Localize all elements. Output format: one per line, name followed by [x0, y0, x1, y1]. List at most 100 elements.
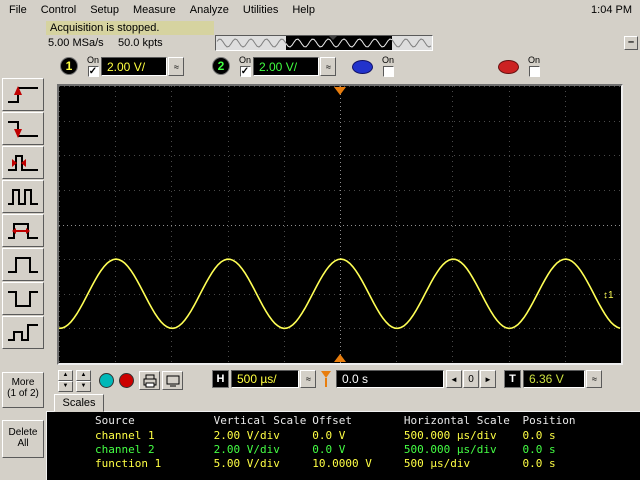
- menu-control[interactable]: Control: [34, 1, 83, 19]
- menu-setup[interactable]: Setup: [83, 1, 126, 19]
- channel2-on-label: On: [238, 55, 251, 65]
- channel3-on-control[interactable]: On: [378, 55, 398, 77]
- trigger-glitch-icon: [8, 154, 38, 171]
- header-offset: Offset: [312, 414, 352, 427]
- more-button[interactable]: More (1 of 2): [2, 372, 44, 408]
- screen-icon: [166, 375, 179, 386]
- stop-button[interactable]: [119, 373, 134, 388]
- adjust-spinner-2[interactable]: ▲ ▼: [76, 370, 91, 392]
- adjust-spinner-1[interactable]: ▲ ▼: [58, 370, 73, 392]
- left-arrow-icon: ◄: [450, 374, 458, 384]
- header-horizontal-scale: Horizontal Scale: [403, 414, 510, 427]
- spinner-up-icon[interactable]: ▲: [58, 370, 73, 381]
- channel2-on-checkbox[interactable]: ✓: [239, 66, 251, 77]
- function1-ground-marker-icon[interactable]: ↕1: [603, 290, 614, 301]
- delete-all-button-label: Delete: [8, 427, 38, 438]
- channel2-on-control[interactable]: On ✓: [235, 55, 255, 77]
- channel3-badge[interactable]: [352, 60, 373, 74]
- check-icon: ✓: [88, 66, 98, 77]
- run-button[interactable]: [99, 373, 114, 388]
- graticule-grid: [59, 86, 622, 364]
- clock: 1:04 PM: [591, 4, 632, 16]
- header-position: Position: [522, 414, 576, 427]
- trigger-level-spin-button[interactable]: ≈: [586, 370, 602, 388]
- trigger-pattern-button[interactable]: [2, 180, 44, 213]
- channel1-on-label: On: [86, 55, 99, 65]
- center-zero-button[interactable]: 0: [463, 370, 479, 388]
- trigger-position-marker-icon: [321, 371, 331, 387]
- cell-offset: 10.0000 V: [312, 457, 372, 470]
- trigger-runt-button[interactable]: [2, 316, 44, 349]
- sine-waveform-trace: [58, 258, 621, 330]
- oscilloscope-app-window: { "window": { "clock": "1:04 PM" }, "men…: [0, 0, 640, 480]
- trigger-edge-falling-button[interactable]: [2, 112, 44, 145]
- menu-bar: File Control Setup Measure Analyze Utili…: [0, 0, 640, 20]
- minimize-panel-button[interactable]: –: [624, 36, 638, 50]
- pan-left-button[interactable]: ◄: [446, 370, 462, 388]
- trigger-pulse-positive-icon: [8, 256, 38, 273]
- acquisition-preview-strip[interactable]: [215, 35, 433, 51]
- screen-copy-button[interactable]: [162, 371, 183, 390]
- horizontal-scale-box[interactable]: 500 µs/: [231, 370, 299, 388]
- channel4-badge[interactable]: [498, 60, 519, 74]
- scales-row-function1[interactable]: function 1 5.00 V/div 10.0000 V 500 µs/d…: [47, 457, 640, 470]
- waveform-display[interactable]: ↕1: [57, 84, 623, 365]
- cell-source: function 1: [95, 457, 162, 470]
- menu-help[interactable]: Help: [285, 1, 322, 19]
- cell-horizontal-scale: 500.000 µs/div: [403, 429, 497, 442]
- cell-horizontal-scale: 500.000 µs/div: [403, 443, 497, 456]
- spinner-down-icon[interactable]: ▼: [76, 381, 91, 392]
- horizontal-badge: H: [212, 370, 229, 388]
- channel2-badge[interactable]: 2: [212, 57, 230, 75]
- trigger-edge-rising-icon: [8, 85, 38, 103]
- channel4-on-checkbox[interactable]: [528, 66, 540, 77]
- cell-vertical-scale: 2.00 V/div: [213, 429, 280, 442]
- channel1-on-checkbox[interactable]: ✓: [87, 66, 99, 77]
- menu-analyze[interactable]: Analyze: [183, 1, 236, 19]
- tab-scales[interactable]: Scales: [54, 394, 104, 412]
- channel1-on-control[interactable]: On ✓: [83, 55, 103, 77]
- spinner-down-icon[interactable]: ▼: [58, 381, 73, 392]
- delete-all-button-sublabel: All: [17, 438, 29, 449]
- horizontal-scale-spin-button[interactable]: ≈: [300, 370, 316, 388]
- menu-file[interactable]: File: [2, 1, 34, 19]
- trigger-pulse-negative-icon: [8, 290, 38, 307]
- cell-source: channel 2: [95, 443, 155, 456]
- trigger-time-marker-top-icon[interactable]: [334, 87, 346, 95]
- channel2-scale-spin-button[interactable]: ≈: [320, 57, 336, 76]
- trigger-edge-falling-icon: [8, 120, 38, 138]
- header-vertical-scale: Vertical Scale: [213, 414, 307, 427]
- channel1-scale-box[interactable]: 2.00 V/: [101, 57, 167, 76]
- acquisition-status: Acquisition is stopped.: [46, 21, 214, 35]
- right-arrow-icon: ►: [484, 374, 492, 384]
- sample-rate: 5.00 MSa/s: [48, 37, 104, 49]
- trigger-pulse-width-button[interactable]: [2, 214, 44, 247]
- channel2-scale-box[interactable]: 2.00 V/: [253, 57, 319, 76]
- cell-position: 0.0 s: [522, 457, 556, 470]
- scales-row-channel2[interactable]: channel 2 2.00 V/div 0.0 V 500.000 µs/di…: [47, 443, 640, 456]
- memory-depth: 50.0 kpts: [118, 37, 163, 49]
- menu-measure[interactable]: Measure: [126, 1, 183, 19]
- channel4-on-control[interactable]: On: [524, 55, 544, 77]
- channel1-badge[interactable]: 1: [60, 57, 78, 75]
- trigger-glitch-button[interactable]: [2, 146, 44, 179]
- trigger-badge: T: [504, 370, 521, 388]
- channel3-on-checkbox[interactable]: [382, 66, 394, 77]
- scales-panel: Source Vertical Scale Offset Horizontal …: [46, 411, 640, 480]
- scales-row-channel1[interactable]: channel 1 2.00 V/div 0.0 V 500.000 µs/di…: [47, 429, 640, 442]
- cell-vertical-scale: 2.00 V/div: [213, 443, 280, 456]
- horizontal-position-box[interactable]: 0.0 s: [336, 370, 444, 388]
- channel1-scale-spin-button[interactable]: ≈: [168, 57, 184, 76]
- trigger-pulse-negative-button[interactable]: [2, 282, 44, 315]
- cell-horizontal-scale: 500 µs/div: [403, 457, 471, 470]
- trigger-level-box[interactable]: 6.36 V: [523, 370, 585, 388]
- pan-right-button[interactable]: ►: [480, 370, 496, 388]
- trigger-edge-rising-button[interactable]: [2, 78, 44, 111]
- spinner-up-icon[interactable]: ▲: [76, 370, 91, 381]
- delete-all-button[interactable]: Delete All: [2, 420, 44, 458]
- cell-offset: 0.0 V: [312, 429, 346, 442]
- menu-utilities[interactable]: Utilities: [236, 1, 285, 19]
- trigger-time-marker-bottom-icon[interactable]: [334, 354, 346, 362]
- print-button[interactable]: [139, 371, 160, 390]
- trigger-pulse-positive-button[interactable]: [2, 248, 44, 281]
